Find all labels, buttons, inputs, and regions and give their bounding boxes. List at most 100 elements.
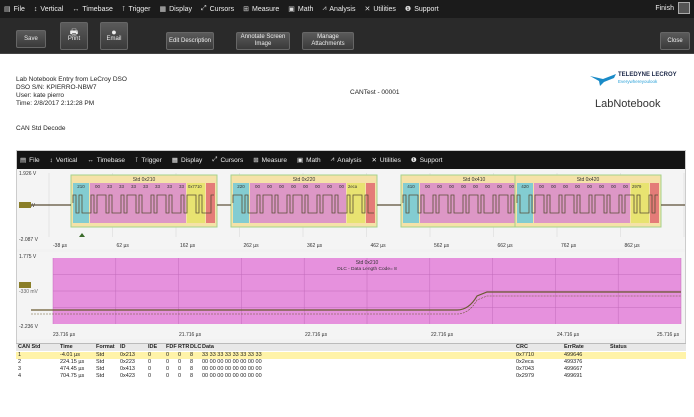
cell: 704.75 µs <box>60 373 85 379</box>
file-icon: ▤ <box>20 157 27 164</box>
data-byte-label: 00 <box>575 184 581 189</box>
cell: 1 <box>18 352 22 358</box>
support-icon: ❶ <box>404 6 412 13</box>
cell: FDF <box>166 344 177 350</box>
table-row[interactable]: 4 704.75 µs Std 0x423 0 0 0 8 00 00 00 00 00 00 … <box>16 373 686 380</box>
cell: 33 33 33 33 33 33 33 33 <box>202 352 262 358</box>
menu-utilities[interactable]: ✕ Utilities <box>364 5 395 14</box>
menu-file[interactable]: ▤ File <box>4 5 25 14</box>
scope-menu-label: Trigger <box>141 156 162 164</box>
annotate-label: Annotate Screen Image <box>240 34 286 47</box>
data-byte-label: 00 <box>587 184 593 189</box>
data-field <box>420 183 516 223</box>
menu-label: Support <box>414 5 439 13</box>
cell: 0 <box>166 373 170 379</box>
menu-label: File <box>13 5 25 13</box>
cell: 0 <box>148 352 152 358</box>
data-byte-label: 00 <box>473 184 479 189</box>
measure-icon: ⊞ <box>243 6 250 13</box>
analysis-icon: ⩘ <box>322 5 327 12</box>
cell: Time <box>60 344 73 350</box>
menu-trigger[interactable]: ⊺ Trigger <box>122 5 151 14</box>
entry-serial: DSO S/N: KPIERRO-NBW7 <box>16 84 97 91</box>
menu-label: Display <box>169 5 193 13</box>
math-icon: ▣ <box>288 6 295 13</box>
cell: 224.15 µs <box>60 359 85 365</box>
entry-title: CANTest - 00001 <box>350 89 400 96</box>
cell: 0x2eca <box>516 359 534 365</box>
labnotebook-title: LabNotebook <box>595 98 661 110</box>
support-icon: ❶ <box>410 157 417 164</box>
data-byte-label: 33 <box>119 184 125 189</box>
window-icon[interactable] <box>678 2 690 14</box>
menu-vertical[interactable]: ↕ Vertical <box>34 6 63 13</box>
cell: 8 <box>190 366 194 372</box>
y-bottom-label: -2.087 V <box>19 237 39 243</box>
menu-analysis[interactable]: ⩘ Analysis <box>322 5 355 13</box>
cell: IDE <box>148 344 158 350</box>
cell: 00 00 00 00 00 00 00 00 <box>202 373 262 379</box>
cell: 3 <box>18 366 22 372</box>
scope-menu-display: ▦ Display <box>172 156 202 165</box>
table-row[interactable]: 2 224.15 µs Std 0x223 0 0 0 8 00 00 00 00 00 00 … <box>16 359 686 366</box>
annotate-button[interactable]: Annotate Screen Image <box>236 32 290 50</box>
data-byte-label: 00 <box>267 184 273 189</box>
cell: 0 <box>148 366 152 372</box>
manage-attachments-button[interactable]: Manage Attachments <box>302 32 354 50</box>
manage-attachments-label: Manage Attachments <box>311 34 345 47</box>
decode-table: CAN Std Time Format ID IDE FDF RTR DLC Data CRC Er… <box>16 343 686 413</box>
close-button[interactable]: Close <box>660 32 690 50</box>
decode-title: CAN Std Decode <box>16 125 66 132</box>
menu-support[interactable]: ❶ Support <box>404 5 439 14</box>
data-byte-label: 00 <box>599 184 605 189</box>
channel-marker[interactable] <box>19 202 31 208</box>
table-row[interactable]: 1 -4.01 µs Std 0x213 0 0 0 8 33 33 33 33 33 33 3… <box>16 352 686 359</box>
entry-source: Lab Notebook Entry from LeCroy DSO <box>16 76 127 83</box>
scope-menu-cursors: ⤢ Cursors <box>212 156 243 164</box>
menu-measure[interactable]: ⊞ Measure <box>243 5 279 14</box>
frame-label: Std 0x220 <box>293 177 316 183</box>
data-byte-label: 33 <box>131 184 137 189</box>
cell: Std <box>96 366 105 372</box>
data-byte-label: 00 <box>563 184 569 189</box>
print-button[interactable]: 🖶 Print <box>60 22 88 50</box>
finish-button[interactable]: Finish <box>655 5 674 12</box>
data-byte-label: 00 <box>539 184 545 189</box>
printer-icon: 🖶 <box>69 27 79 37</box>
menu-math[interactable]: ▣ Math <box>288 5 313 14</box>
x-tick-label: 762 µs <box>561 243 577 249</box>
cell: 0 <box>148 359 152 365</box>
id-field-label: 410 <box>407 184 415 189</box>
data-byte-label: 00 <box>339 184 345 189</box>
email-button[interactable]: ● Email <box>100 22 128 50</box>
table-header[interactable]: CAN Std Time Format ID IDE FDF RTR DLC Data CRC Er… <box>16 344 686 351</box>
eof-field <box>650 183 659 223</box>
menu-cursors[interactable]: ⤢ Cursors <box>201 5 234 13</box>
x-tick-label: 62 µs <box>117 243 130 249</box>
cell: 0x2979 <box>516 373 535 379</box>
table-row[interactable]: 3 474.45 µs Std 0x413 0 0 0 8 00 00 00 00 00 00 … <box>16 366 686 373</box>
cell: Std <box>96 359 105 365</box>
email-label: Email <box>106 36 122 42</box>
frame-label: Std 0x210 <box>133 177 156 183</box>
cell: ID <box>120 344 126 350</box>
save-button[interactable]: Save <box>16 30 46 48</box>
data-byte-label: 33 <box>107 184 113 189</box>
cell: CRC <box>516 344 528 350</box>
scope-menu-trigger: ⊺ Trigger <box>135 156 162 165</box>
data-byte-label: 00 <box>303 184 309 189</box>
cell: Std <box>96 352 105 358</box>
edit-description-button[interactable]: Edit Description <box>166 32 214 50</box>
scope-menu-label: Math <box>306 156 321 164</box>
menu-timebase[interactable]: ↔ Timebase <box>72 6 112 13</box>
cell: RTR <box>178 344 190 350</box>
cell: Data <box>202 344 214 350</box>
cell: 499376 <box>564 359 583 365</box>
channel-marker[interactable] <box>19 282 31 288</box>
scope-menu-label: Utilities <box>379 156 401 164</box>
menu-display[interactable]: ▦ Display <box>159 5 193 14</box>
cell: Format <box>96 344 115 350</box>
cell: 0 <box>178 366 182 372</box>
brand-tagline: Everywhereyoulook <box>618 79 658 84</box>
cell: CAN Std <box>18 344 41 350</box>
